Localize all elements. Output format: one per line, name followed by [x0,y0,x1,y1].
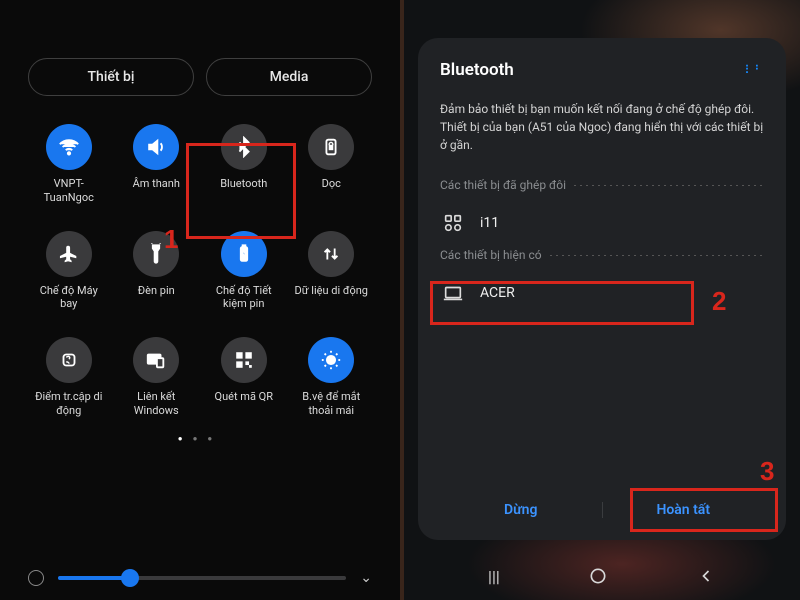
tile-wifi: VNPT-TuanNgoc [28,124,110,205]
data-icon [320,243,342,265]
tile-airplane: Chế độ Máy bay [28,231,110,312]
bluetooth-sheet: Bluetooth ⠇⠃ Đảm bảo thiết bị bạn muốn k… [418,38,786,540]
mobile-data-toggle[interactable] [308,231,354,277]
android-navbar: ||| [404,552,800,600]
bluetooth-icon [233,136,255,158]
battery-saver-icon [233,243,255,265]
tile-label: Dữ liệu di động [295,284,368,310]
hotspot-toggle[interactable] [46,337,92,383]
tile-qr: Quét mã QR [203,337,285,418]
sheet-title: Bluetooth [440,60,514,80]
brightness-slider[interactable] [58,576,346,580]
airplane-icon [58,243,80,265]
tile-rotate: Dọc [291,124,373,205]
qr-toggle[interactable] [221,337,267,383]
tile-label: Bluetooth [220,177,267,203]
tile-flashlight: Đèn pin [116,231,198,312]
bluetooth-panel: Bluetooth ⠇⠃ Đảm bảo thiết bị bạn muốn k… [404,0,800,600]
sound-icon [145,136,167,158]
tile-bluetooth: Bluetooth [203,124,285,205]
battery-saver-toggle[interactable] [221,231,267,277]
slider-thumb[interactable] [121,569,139,587]
brightness-row: ⌄ [28,570,372,586]
available-device-row[interactable]: ACER [440,272,764,318]
dotted-separator [574,185,764,186]
sheet-description: Đảm bảo thiết bị bạn muốn kết nối đang ở… [440,100,764,154]
airplane-toggle[interactable] [46,231,92,277]
tile-label: Chế độ Máy bay [32,284,106,312]
rotate-toggle[interactable] [308,124,354,170]
wifi-toggle[interactable] [46,124,92,170]
wifi-icon [58,136,80,158]
section-available: Các thiết bị hiện có [440,248,764,262]
earbuds-icon [442,212,464,234]
recent-apps-button[interactable]: ||| [488,567,500,586]
eye-comfort-icon [320,349,342,371]
section-label-text: Các thiết bị hiện có [440,248,542,262]
lock-rotate-icon [320,136,342,158]
tile-label: B.vệ để mắt thoải mái [294,390,368,418]
done-button[interactable]: Hoàn tất [603,502,765,518]
link-windows-icon [145,349,167,371]
quick-settings-grid: VNPT-TuanNgoc Âm thanh Bluetooth Dọc Ch [28,124,372,418]
tile-sound: Âm thanh [116,124,198,205]
brightness-icon [28,570,44,586]
hotspot-icon [58,349,80,371]
page-indicator: ●●● [28,434,372,443]
tile-label: Quét mã QR [215,390,274,416]
tile-mobile-data: Dữ liệu di động [291,231,373,312]
stop-button[interactable]: Dừng [440,502,602,518]
sound-toggle[interactable] [133,124,179,170]
qr-icon [233,349,255,371]
tile-hotspot: Điểm tr.cập di động [28,337,110,418]
device-name: i11 [480,215,499,231]
tile-label: Âm thanh [133,177,180,203]
expand-icon[interactable]: ⌄ [360,570,372,586]
section-label-text: Các thiết bị đã ghép đôi [440,178,566,192]
sheet-actions: Dừng Hoàn tất [440,484,764,540]
device-name: ACER [480,285,515,301]
scanning-indicator: ⠇⠃ [744,63,764,77]
paired-device-row[interactable]: i11 [440,202,764,248]
tile-label: Chế độ Tiết kiệm pin [207,284,281,312]
flashlight-icon [145,243,167,265]
tile-label: Điểm tr.cập di động [32,390,106,418]
tile-link-windows: Liên kết Windows [116,337,198,418]
tile-label: VNPT-TuanNgoc [32,177,106,205]
flashlight-toggle[interactable] [133,231,179,277]
eye-comfort-toggle[interactable] [308,337,354,383]
quick-settings-panel: Thiết bị Media VNPT-TuanNgoc Âm thanh Bl… [0,0,400,600]
home-button[interactable] [588,566,608,586]
section-paired: Các thiết bị đã ghép đôi [440,178,764,192]
link-windows-toggle[interactable] [133,337,179,383]
tile-battery-saver: Chế độ Tiết kiệm pin [203,231,285,312]
tab-media[interactable]: Media [206,58,372,96]
tile-label: Dọc [322,177,341,203]
tile-label: Liên kết Windows [119,390,193,418]
tab-devices[interactable]: Thiết bị [28,58,194,96]
laptop-icon [442,282,464,304]
dotted-separator [550,255,764,256]
tile-label: Đèn pin [138,284,175,310]
tile-eye-comfort: B.vệ để mắt thoải mái [291,337,373,418]
back-button[interactable] [696,566,716,586]
bluetooth-toggle[interactable] [221,124,267,170]
